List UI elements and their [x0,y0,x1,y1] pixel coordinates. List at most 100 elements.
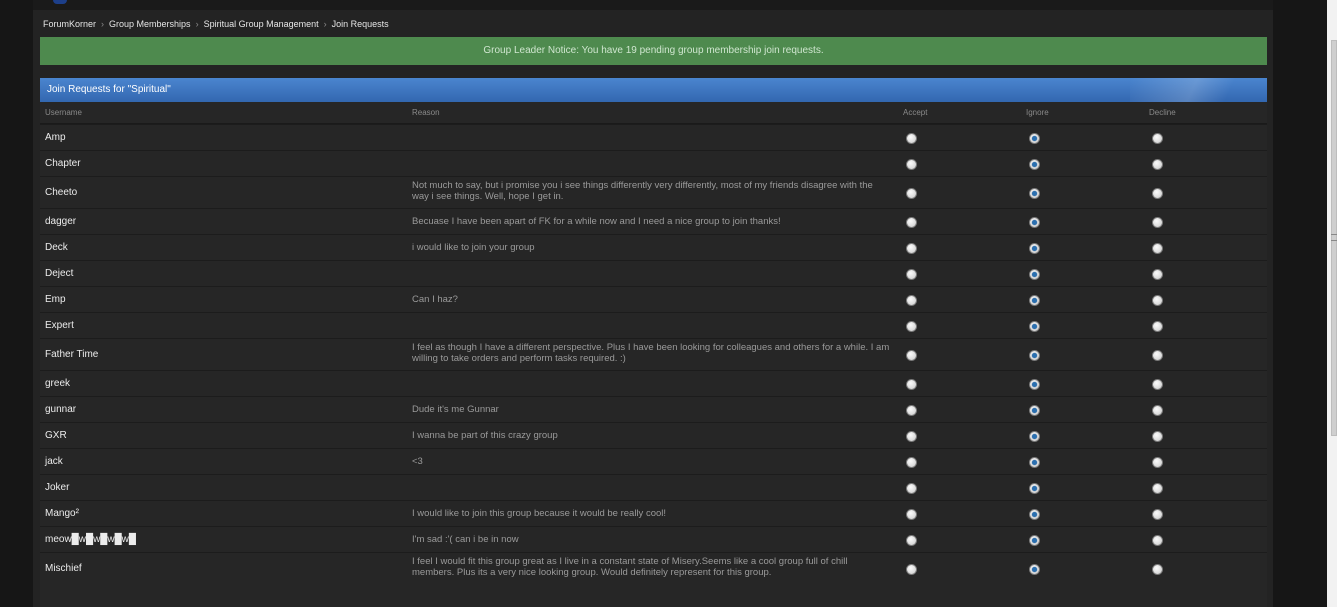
table-row: Cheeto Not much to say, but i promise you… [40,176,1267,208]
username-label[interactable]: gunnar [45,404,76,415]
username-label[interactable]: Mischief [45,563,82,574]
username-label[interactable]: Joker [45,482,69,493]
ignore-radio[interactable] [1029,457,1040,468]
decline-radio[interactable] [1152,564,1163,575]
decline-radio[interactable] [1152,243,1163,254]
accept-radio[interactable] [906,457,917,468]
accept-radio[interactable] [906,217,917,228]
accept-radio[interactable] [906,159,917,170]
table-row: Mango² I would like to join this group be… [40,500,1267,526]
ignore-radio[interactable] [1029,405,1040,416]
ignore-radio[interactable] [1029,509,1040,520]
table-row: meow█w█w█w█w█ I'm sad :'( can i be in now [40,526,1267,552]
breadcrumb-group-management[interactable]: Spiritual Group Management [204,19,319,29]
decline-radio[interactable] [1152,483,1163,494]
ignore-radio[interactable] [1029,295,1040,306]
decline-radio[interactable] [1152,379,1163,390]
accept-radio[interactable] [906,243,917,254]
scrollbar-grip-icon [1331,234,1337,241]
username-label[interactable]: Deck [45,242,68,253]
ignore-radio[interactable] [1029,217,1040,228]
accept-radio[interactable] [906,269,917,280]
decline-radio[interactable] [1152,457,1163,468]
accept-radio[interactable] [906,535,917,546]
chevron-right-icon: › [323,19,327,29]
username-label[interactable]: greek [45,378,70,389]
decline-radio[interactable] [1152,321,1163,332]
decline-radio[interactable] [1152,509,1163,520]
breadcrumb-group-memberships[interactable]: Group Memberships [109,19,191,29]
table-row: greek [40,370,1267,396]
username-label[interactable]: Father Time [45,349,98,360]
table-header: Username Reason Accept Ignore Decline [40,102,1267,124]
col-accept: Accept [903,108,928,117]
ignore-radio[interactable] [1029,379,1040,390]
ignore-radio[interactable] [1029,243,1040,254]
accept-radio[interactable] [906,509,917,520]
ignore-radio[interactable] [1029,321,1040,332]
col-ignore: Ignore [1026,108,1049,117]
decline-radio[interactable] [1152,295,1163,306]
col-reason: Reason [412,108,440,117]
username-label[interactable]: Emp [45,294,66,305]
decline-radio[interactable] [1152,350,1163,361]
breadcrumb-forumkorner[interactable]: ForumKorner [43,19,96,29]
ignore-radio[interactable] [1029,159,1040,170]
username-label[interactable]: jack [45,456,63,467]
table-row: Mischief I feel I would fit this group gr… [40,552,1267,584]
ignore-radio[interactable] [1029,431,1040,442]
reason-text: Not much to say, but i promise you i see… [412,180,873,202]
table-row: Amp [40,124,1267,150]
header-gloss [1130,78,1267,102]
table-row: Deck i would like to join your group [40,234,1267,260]
reason-text: <3 [412,456,423,467]
ignore-radio[interactable] [1029,564,1040,575]
decline-radio[interactable] [1152,217,1163,228]
decline-radio[interactable] [1152,133,1163,144]
panel-header: Join Requests for "Spiritual" [40,78,1267,102]
chevron-right-icon: › [101,19,105,29]
username-label[interactable]: Chapter [45,158,81,169]
decline-radio[interactable] [1152,269,1163,280]
username-label[interactable]: Deject [45,268,73,279]
decline-radio[interactable] [1152,159,1163,170]
decline-radio[interactable] [1152,405,1163,416]
accept-radio[interactable] [906,295,917,306]
breadcrumb: ForumKorner › Group Memberships › Spiritual … [43,19,389,29]
panel-title: Join Requests for "Spiritual" [47,84,171,95]
ignore-radio[interactable] [1029,535,1040,546]
accept-radio[interactable] [906,379,917,390]
ignore-radio[interactable] [1029,133,1040,144]
accept-radio[interactable] [906,564,917,575]
decline-radio[interactable] [1152,431,1163,442]
username-label[interactable]: dagger [45,216,76,227]
username-label[interactable]: Expert [45,320,74,331]
accept-radio[interactable] [906,405,917,416]
username-label[interactable]: GXR [45,430,67,441]
ignore-radio[interactable] [1029,483,1040,494]
accept-radio[interactable] [906,431,917,442]
logo-icon [53,0,67,4]
accept-radio[interactable] [906,188,917,199]
decline-radio[interactable] [1152,188,1163,199]
table-row: dagger Becuase I have been apart of FK fo… [40,208,1267,234]
reason-text: Dude it's me Gunnar [412,404,499,415]
username-label[interactable]: Amp [45,132,66,143]
ignore-radio[interactable] [1029,350,1040,361]
accept-radio[interactable] [906,483,917,494]
ignore-radio[interactable] [1029,188,1040,199]
ignore-radio[interactable] [1029,269,1040,280]
username-label[interactable]: Mango² [45,508,79,519]
username-label[interactable]: Cheeto [45,187,77,198]
chevron-right-icon: › [195,19,199,29]
table-row: Expert [40,312,1267,338]
decline-radio[interactable] [1152,535,1163,546]
accept-radio[interactable] [906,133,917,144]
username-label[interactable]: meow█w█w█w█w█ [45,534,136,545]
reason-text: Becuase I have been apart of FK for a wh… [412,216,781,227]
table-row: Father Time I feel as though I have a dif… [40,338,1267,370]
accept-radio[interactable] [906,321,917,332]
reason-text: I feel as though I have a different pers… [412,342,890,364]
accept-radio[interactable] [906,350,917,361]
reason-text: Can I haz? [412,294,458,305]
